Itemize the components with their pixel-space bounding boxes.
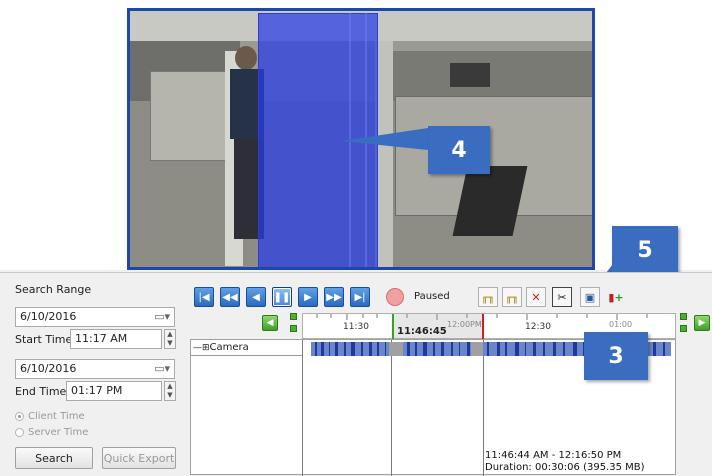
zoom-in-icon[interactable] [290,313,297,320]
callout-5: 5 [612,226,678,274]
add-bookmark-button[interactable]: ▮+ [606,287,626,307]
radio-dot-icon [15,412,24,421]
tick-label: 12:30 [525,322,551,332]
step-forward-icon: ▶ [304,291,312,303]
calendar-dropdown-icon[interactable]: ▭▾ [154,310,170,324]
camera-expand-icon: —⊞ [193,343,210,353]
clear-x-icon: ✕ [531,290,541,304]
person-head [235,46,257,70]
monitor [450,63,490,87]
video-panel: 4 [0,0,712,330]
callout-3: 3 [584,332,648,380]
current-time-readout: 11:46:45 [397,326,447,337]
start-time-label: Start Time: [15,333,76,346]
grid-line [483,340,484,476]
client-time-radio[interactable]: Client Time [15,411,85,422]
timeline-prev-button[interactable]: ◀ [262,315,278,331]
timeline-next-button[interactable]: ▶ [694,315,710,331]
grid-line [391,340,392,476]
zoom-out-icon[interactable] [290,325,297,332]
mark-start-button[interactable]: ╓╖ [478,287,498,307]
export-clip-button[interactable]: ✂ [552,287,572,307]
fast-forward-button[interactable]: ▶▶ [324,287,344,307]
start-date-field[interactable]: 6/10/2016 ▭▾ [15,307,175,327]
clear-marks-button[interactable]: ✕ [526,287,546,307]
selection-info: 11:46:44 AM - 12:16:50 PM Duration: 00:3… [485,450,645,474]
start-date-value: 6/10/2016 [20,310,77,323]
camera-row-header[interactable]: —⊞Camera [191,342,302,356]
zoom-out-icon[interactable] [680,325,687,332]
step-forward-button[interactable]: ▶ [298,287,318,307]
tick-label: 12:00PM [447,320,482,329]
rewind-button[interactable]: ◀◀ [220,287,240,307]
record-icon[interactable] [386,288,404,306]
search-button[interactable]: Search [15,447,93,469]
arrow-right-icon: ▶ [698,318,706,328]
skip-to-start-button[interactable]: |◀ [194,287,214,307]
scissors-icon: ✂ [557,290,567,304]
bracket-end-icon: ╓╖ [505,290,519,304]
step-back-icon: ◀ [252,291,260,303]
bracket-start-icon: ╓╖ [481,290,495,304]
save-snapshot-button[interactable]: ▣ [580,287,600,307]
step-back-button[interactable]: ◀ [246,287,266,307]
tick-label: 11:30 [343,322,369,332]
camera-label: Camera [209,342,249,353]
callout-4: 4 [428,126,490,174]
fast-forward-icon: ▶▶ [326,291,342,303]
monitor-save-icon: ▣ [584,290,596,304]
server-time-radio[interactable]: Server Time [15,427,88,438]
end-date-value: 6/10/2016 [20,362,77,375]
quick-export-button[interactable]: Quick Export [102,447,176,469]
playback-status: Paused [414,291,450,302]
end-time-spinner-icon[interactable]: ▲ ▼ [164,381,176,401]
selection-range-text: 11:46:44 AM - 12:16:50 PM [485,450,622,461]
search-range-title: Search Range [15,283,92,296]
skip-to-start-icon: |◀ [198,291,210,303]
arrow-left-icon: ◀ [266,318,274,328]
camera-video-frame[interactable] [127,8,595,270]
end-time-field[interactable]: 01:17 PM [66,381,162,401]
start-time-field[interactable]: 11:17 AM [70,329,162,349]
motion-region-lines [258,13,378,267]
client-time-label: Client Time [28,411,85,422]
skip-to-end-button[interactable]: ▶| [350,287,370,307]
mark-end-button[interactable]: ╓╖ [502,287,522,307]
cubicle-wall-left [150,71,230,161]
radio-dot-icon [15,428,24,437]
selection-duration-text: Duration: 00:30:06 (395.35 MB) [485,462,645,473]
end-date-field[interactable]: 6/10/2016 ▭▾ [15,359,175,379]
calendar-dropdown-icon[interactable]: ▭▾ [154,362,170,376]
start-time-spinner-icon[interactable]: ▲ ▼ [164,329,176,349]
server-time-label: Server Time [28,427,89,438]
pause-button[interactable]: ❚❚ [272,287,292,307]
grid-line [302,340,303,476]
pause-icon: ❚❚ [273,291,291,303]
tick-label: 01:00 [609,320,633,329]
skip-to-end-icon: ▶| [354,291,366,303]
bookmark-add-icon: ▮+ [608,290,624,304]
end-time-label: End Time: [15,385,71,398]
zoom-in-icon[interactable] [680,313,687,320]
rewind-icon: ◀◀ [222,291,238,303]
